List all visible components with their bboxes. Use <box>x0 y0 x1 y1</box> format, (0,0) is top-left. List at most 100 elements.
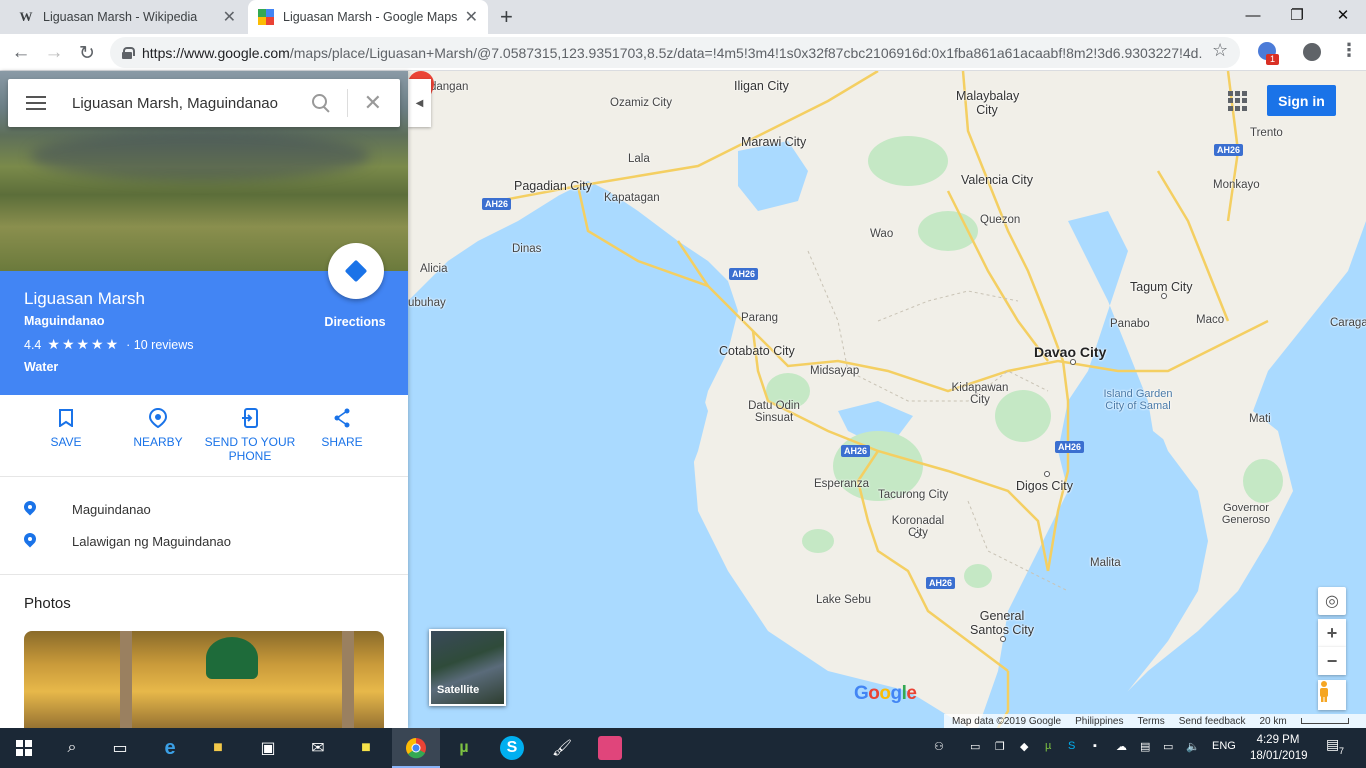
restore-icon[interactable]: ❐ <box>1274 0 1320 30</box>
photos-heading: Photos <box>24 595 71 612</box>
map-canvas[interactable]: dangan Iligan City Malaybalay City Ozami… <box>408 71 1366 728</box>
map-label: Esperanza <box>814 478 869 490</box>
address-text: Lalawigan ng Maguindanao <box>72 533 232 549</box>
tab-wikipedia[interactable]: W Liguasan Marsh - Wikipedia ✕ <box>8 0 246 34</box>
onedrive-icon[interactable]: ☁ <box>1116 740 1127 753</box>
sticky-notes-icon[interactable]: ■ <box>354 736 378 760</box>
map-label: Midsayap <box>810 365 860 377</box>
zoom-in-button[interactable]: + <box>1318 619 1346 647</box>
store-icon[interactable]: ▣ <box>256 736 280 760</box>
city-dot <box>1070 359 1076 365</box>
search-icon[interactable] <box>311 93 331 113</box>
directions-button[interactable] <box>328 243 384 299</box>
reload-icon[interactable]: ↻ <box>74 40 100 66</box>
new-tab-icon[interactable]: + <box>500 4 513 30</box>
file-explorer-icon[interactable]: ■ <box>206 736 230 760</box>
map-label: Wao <box>870 228 894 240</box>
search-icon[interactable]: ⌕ <box>60 736 84 760</box>
map-label: Digos City <box>1016 479 1073 493</box>
tab-title: Liguasan Marsh - Google Maps <box>283 10 458 24</box>
keyboard-icon[interactable]: ▭ <box>1163 740 1173 753</box>
scale-label[interactable]: 20 km <box>1259 716 1286 727</box>
forward-arrow-icon[interactable]: → <box>41 40 67 66</box>
extension-badge: 1 <box>1266 54 1279 65</box>
send-to-phone-button[interactable]: SEND TO YOUR PHONE <box>204 395 296 476</box>
map-label-davao: Davao City <box>1034 344 1107 360</box>
google-logo: Google <box>854 683 917 704</box>
menu-icon[interactable] <box>26 96 46 110</box>
battery-icon[interactable]: ▭ <box>970 740 980 753</box>
directions-label[interactable]: Directions <box>318 315 392 329</box>
map-label: Panabo <box>1110 318 1150 330</box>
mail-icon[interactable]: ✉ <box>306 736 330 760</box>
tab-close-icon[interactable]: ✕ <box>223 7 236 27</box>
chrome-icon[interactable] <box>404 736 428 760</box>
address-row[interactable]: Maguindanao <box>24 501 151 517</box>
tab-google-maps[interactable]: Liguasan Marsh - Google Maps ✕ <box>248 0 488 34</box>
skype-icon[interactable]: S <box>500 736 524 760</box>
back-arrow-icon[interactable]: ← <box>8 40 34 66</box>
place-photo[interactable] <box>24 631 384 728</box>
network-icon[interactable]: ▤ <box>1140 740 1150 753</box>
save-button[interactable]: SAVE <box>20 395 112 476</box>
terms-link[interactable]: Terms <box>1138 716 1165 727</box>
clear-search-icon[interactable]: ✕ <box>364 90 382 116</box>
search-box[interactable]: Liguasan Marsh, Maguindanao ✕ <box>8 79 400 127</box>
utorrent-tray-icon[interactable]: µ <box>1045 740 1051 752</box>
profile-avatar-icon[interactable] <box>1303 43 1321 61</box>
place-region[interactable]: Maguindanao <box>24 314 105 328</box>
tab-title: Liguasan Marsh - Wikipedia <box>43 10 198 24</box>
clock[interactable]: 4:29 PM 18/01/2019 <box>1250 732 1308 764</box>
map-label: Alicia <box>420 263 448 275</box>
chrome-menu-icon[interactable]: ⋮ <box>1340 40 1358 61</box>
video-app-icon[interactable] <box>598 736 622 760</box>
map-label: Monkayo <box>1213 179 1260 191</box>
place-type[interactable]: Water <box>24 360 58 374</box>
nearby-button[interactable]: NEARBY <box>112 395 204 476</box>
paint-icon[interactable]: 🖌 <box>550 736 574 760</box>
highway-shield: AH26 <box>926 577 956 589</box>
send-feedback-link[interactable]: Send feedback <box>1179 716 1246 727</box>
review-count-link[interactable]: · 10 reviews <box>126 338 193 352</box>
search-input[interactable]: Liguasan Marsh, Maguindanao <box>72 95 311 112</box>
windows-start-icon[interactable] <box>12 736 36 760</box>
minimize-icon[interactable]: — <box>1230 0 1276 30</box>
google-apps-icon[interactable] <box>1228 91 1248 111</box>
language-indicator[interactable]: ENG <box>1212 740 1236 752</box>
skype-tray-icon[interactable]: S <box>1068 740 1075 752</box>
city-dot <box>1044 471 1050 477</box>
map-label: Cotabato City <box>719 344 795 358</box>
map-label: Trento <box>1250 127 1283 139</box>
map-label: Lala <box>628 153 650 165</box>
satellite-toggle[interactable]: Satellite <box>429 629 506 706</box>
utorrent-icon[interactable]: µ <box>452 736 476 760</box>
people-icon[interactable]: ⚇ <box>934 740 944 753</box>
share-icon <box>332 407 352 429</box>
collapse-panel-button[interactable]: ◀ <box>408 79 431 127</box>
window-close-icon[interactable]: ✕ <box>1320 0 1366 30</box>
share-button[interactable]: SHARE <box>296 395 388 476</box>
tray-app-icon[interactable]: ◆ <box>1020 740 1028 753</box>
volume-icon[interactable]: 🔈 <box>1186 740 1200 753</box>
address-bar[interactable]: https://www.google.com/maps/place/Liguas… <box>110 37 1240 68</box>
bookmark-star-icon[interactable]: ☆ <box>1212 40 1228 61</box>
tab-close-icon[interactable]: ✕ <box>465 7 478 27</box>
lock-icon <box>122 46 135 59</box>
task-view-icon[interactable]: ▭ <box>108 736 132 760</box>
scale-bar <box>1300 718 1349 724</box>
edge-icon[interactable]: e <box>158 736 182 760</box>
notification-icon[interactable]: ▤ <box>1326 736 1339 753</box>
country-link[interactable]: Philippines <box>1075 716 1123 727</box>
wikipedia-favicon-icon: W <box>19 9 33 24</box>
maps-favicon-icon <box>258 9 274 25</box>
zoom-out-button[interactable]: − <box>1318 647 1346 675</box>
map-label: ubuhay <box>408 297 446 309</box>
map-footer: Map data ©2019 Google Philippines Terms … <box>944 714 1366 728</box>
pegman-icon[interactable] <box>1318 680 1346 710</box>
drive-icon[interactable]: ▪ <box>1093 740 1097 752</box>
sign-in-button[interactable]: Sign in <box>1267 85 1336 116</box>
map-label: Marawi City <box>741 135 807 149</box>
copy-icon[interactable]: ❐ <box>995 740 1005 753</box>
address-row[interactable]: Lalawigan ng Maguindanao <box>24 533 231 549</box>
my-location-icon[interactable]: ◎ <box>1318 587 1346 615</box>
